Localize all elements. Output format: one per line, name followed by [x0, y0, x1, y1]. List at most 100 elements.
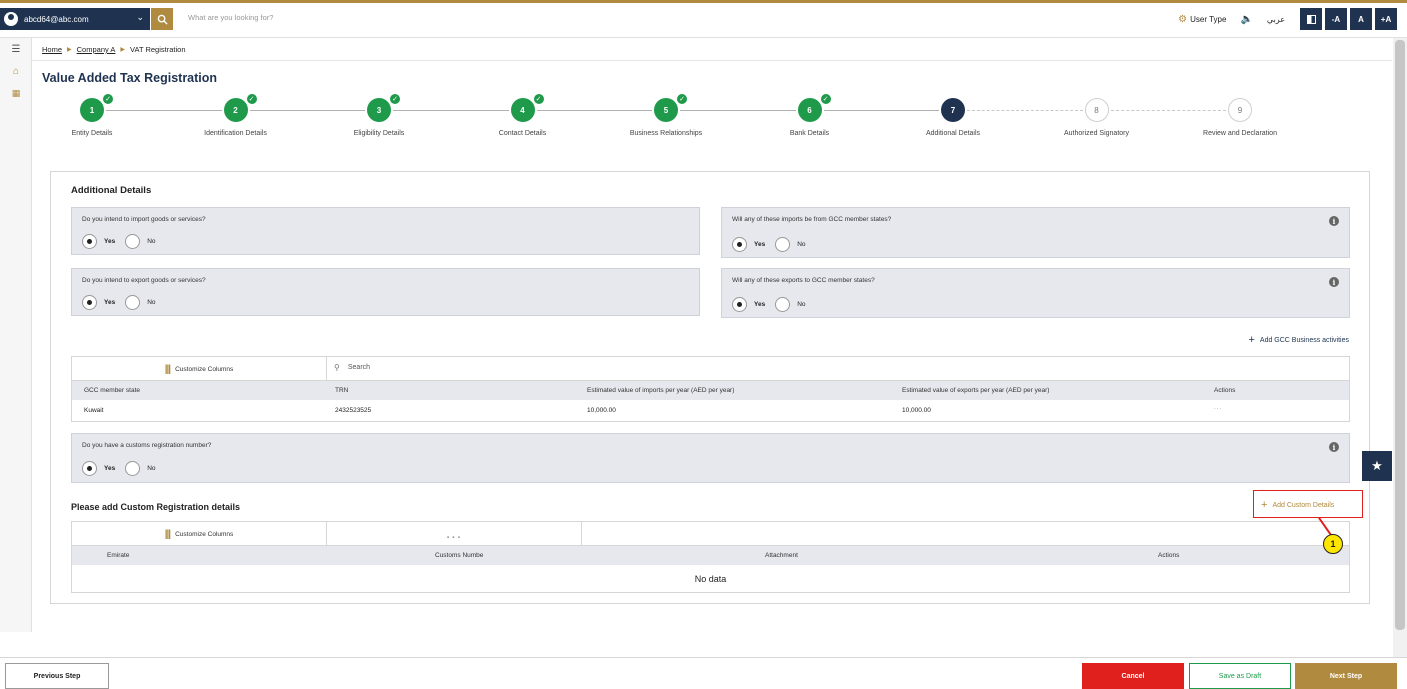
no-radio[interactable]	[775, 297, 791, 312]
scrollbar-thumb[interactable]	[1395, 40, 1405, 630]
user-avatar-icon	[4, 12, 18, 26]
info-icon[interactable]: i	[1329, 277, 1339, 287]
font-decrease-button[interactable]: -A	[1325, 8, 1347, 30]
radio-group: Yes No	[732, 297, 816, 312]
table-header: GCC member state TRN Estimated value of …	[72, 381, 1349, 400]
no-radio[interactable]	[125, 461, 141, 476]
breadcrumb-company[interactable]: Company A	[77, 45, 116, 54]
additional-details-panel: Additional Details Do you intend to impo…	[50, 171, 1370, 604]
yes-radio[interactable]	[82, 461, 97, 476]
more-icon: ...	[445, 525, 463, 542]
cell-imports: 10,000.00	[587, 407, 616, 414]
yes-radio[interactable]	[732, 237, 747, 252]
step-8: 8 Authorized Signatory	[1047, 98, 1147, 138]
step-5[interactable]: 5 ✓ Business Relationships	[616, 93, 716, 138]
step-number: 9	[1237, 105, 1243, 115]
step-number: 8	[1094, 105, 1099, 115]
contrast-button[interactable]	[1300, 8, 1322, 30]
no-label: No	[147, 238, 156, 245]
divider	[32, 60, 1392, 61]
step-number: 4	[520, 105, 525, 115]
info-icon[interactable]: i	[1329, 442, 1339, 452]
arrow-right-icon: ▶	[120, 47, 126, 53]
save-draft-button[interactable]: Save as Draft	[1189, 663, 1291, 689]
step-4[interactable]: 4 ✓ Contact Details	[473, 93, 573, 138]
step-number: 6	[807, 105, 812, 115]
step-label: Authorized Signatory	[1064, 130, 1129, 137]
previous-step-button[interactable]: Previous Step	[5, 663, 109, 689]
export-question-box: Do you intend to export goods or service…	[71, 268, 700, 316]
check-icon: ✓	[245, 93, 258, 105]
yes-radio[interactable]	[82, 295, 97, 310]
font-increase-button[interactable]: +A	[1375, 8, 1397, 30]
no-radio[interactable]	[775, 237, 791, 252]
step-number: 5	[663, 105, 669, 115]
callout-badge: 1	[1323, 534, 1343, 554]
table-toolbar: ||| Customize Columns ...	[72, 522, 1349, 546]
customize-columns-button[interactable]: ||| Customize Columns	[72, 522, 327, 546]
column-header[interactable]: Customs Numbe	[435, 552, 483, 559]
yes-label: Yes	[104, 299, 116, 306]
breadcrumb: Home ▶ Company A ▶ VAT Registration	[42, 45, 186, 54]
step-7[interactable]: 7 Additional Details	[903, 98, 1003, 138]
sidebar: ☰ ⌂ ▦	[0, 38, 32, 632]
step-circle: 7	[941, 98, 965, 122]
customize-columns-button[interactable]: ||| Customize Columns	[72, 357, 327, 381]
column-header[interactable]: TRN	[335, 387, 348, 394]
add-gcc-activities-link[interactable]: + Add GCC Business activities	[1248, 335, 1349, 346]
search-button[interactable]	[151, 8, 173, 30]
yes-radio[interactable]	[732, 297, 747, 312]
step-1[interactable]: 1 ✓ Entity Details	[42, 93, 142, 138]
font-normal-button[interactable]: A	[1350, 8, 1372, 30]
column-header[interactable]: Estimated value of exports per year (AED…	[902, 387, 1049, 394]
row-actions-icon[interactable]: ...	[1214, 404, 1222, 411]
no-radio[interactable]	[125, 234, 141, 249]
no-radio[interactable]	[125, 295, 141, 310]
user-type-label: User Type	[1190, 14, 1227, 24]
table-toolbar: ||| Customize Columns ⚲ Search	[72, 357, 1349, 381]
grid-icon[interactable]: ▦	[0, 82, 32, 104]
favorite-star-button[interactable]: ★	[1362, 451, 1392, 481]
step-label: Business Relationships	[629, 130, 703, 137]
no-label: No	[147, 465, 156, 472]
customize-columns-label: Customize Columns	[175, 530, 234, 538]
step-label: Additional Details	[925, 130, 981, 137]
step-circle: 4 ✓	[510, 93, 545, 122]
top-bar: abcd64@abc.com ⌄ What are you looking fo…	[0, 0, 1407, 38]
question-label: Will any of these imports be from GCC me…	[732, 216, 892, 223]
step-label: Contact Details	[498, 130, 547, 137]
step-2[interactable]: 2 ✓ Identification Details	[186, 93, 286, 138]
toolbar-more-button[interactable]: ...	[327, 522, 582, 546]
cancel-button[interactable]: Cancel	[1082, 663, 1184, 689]
footer-bar: Previous Step Cancel Save as Draft Next …	[0, 657, 1407, 689]
table-search-placeholder: Search	[347, 364, 371, 371]
yes-label: Yes	[104, 238, 116, 245]
table-header: Emirate Customs Numbe Attachment Actions	[72, 546, 1349, 565]
step-circle: 2 ✓	[223, 93, 258, 122]
table-search-input[interactable]: ⚲ Search	[334, 363, 370, 372]
language-toggle[interactable]: عربي	[1267, 15, 1285, 24]
column-header[interactable]: Attachment	[765, 552, 798, 559]
table-row[interactable]: Kuwait 2432523525 10,000.00 10,000.00 ..…	[72, 401, 1349, 421]
step-3[interactable]: 3 ✓ Eligibility Details	[329, 93, 429, 138]
yes-radio[interactable]	[82, 234, 97, 249]
breadcrumb-home[interactable]: Home	[42, 45, 62, 54]
column-header[interactable]: GCC member state	[84, 387, 140, 394]
menu-icon[interactable]: ☰	[0, 38, 32, 60]
next-step-button[interactable]: Next Step	[1295, 663, 1397, 689]
cell-gcc-state: Kuwait	[84, 407, 104, 414]
user-account-dropdown[interactable]: abcd64@abc.com ⌄	[0, 8, 150, 30]
custom-registration-table: ||| Customize Columns ... Emirate Custom…	[71, 521, 1350, 593]
user-type-button[interactable]: ⚙ User Type	[1178, 14, 1226, 25]
column-header[interactable]: Emirate	[107, 552, 129, 559]
step-circle: 8	[1084, 98, 1109, 122]
check-icon: ✓	[102, 93, 114, 105]
step-circle: 6 ✓	[797, 93, 832, 122]
info-icon[interactable]: i	[1329, 216, 1339, 226]
speaker-icon[interactable]: 🔈	[1240, 14, 1252, 25]
search-input[interactable]: What are you looking for?	[188, 13, 273, 22]
column-header[interactable]: Estimated value of imports per year (AED…	[587, 387, 734, 394]
customize-columns-label: Customize Columns	[175, 365, 234, 373]
step-6[interactable]: 6 ✓ Bank Details	[760, 93, 860, 138]
home-icon[interactable]: ⌂	[0, 60, 32, 82]
